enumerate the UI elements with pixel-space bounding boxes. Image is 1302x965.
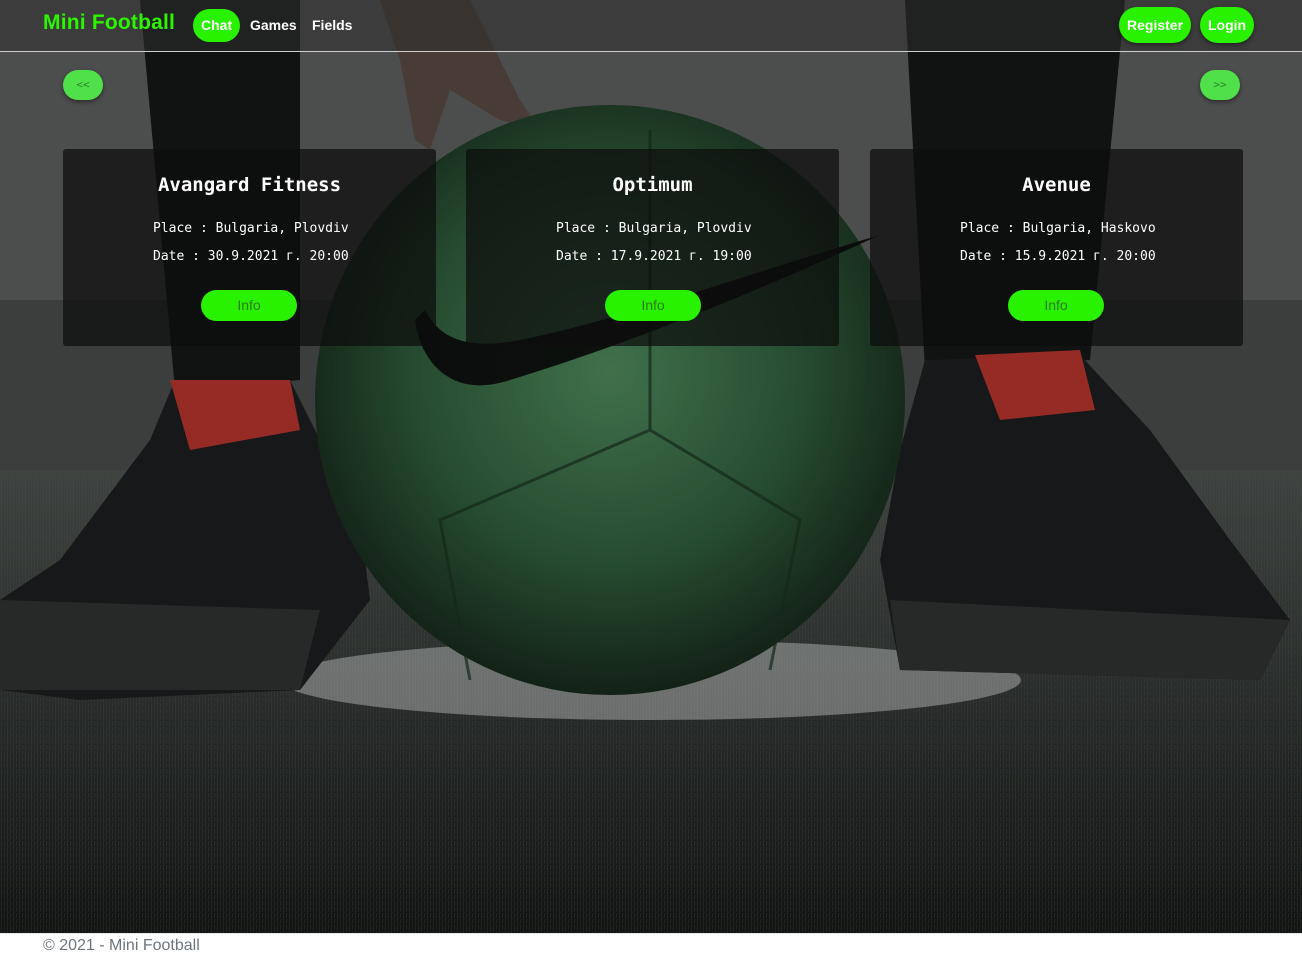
next-page-button[interactable]: >> [1200,70,1240,100]
card-date: Date : 17.9.2021 г. 19:00 [556,249,752,264]
nav-link-fields[interactable]: Fields [304,9,360,42]
nav-link-chat[interactable]: Chat [193,9,241,42]
hero-background [0,0,1302,933]
prev-page-button[interactable]: << [63,70,103,100]
card-title: Avangard Fitness [157,174,342,196]
navbar: Mini Football Chat Games Fields Register… [0,0,1302,52]
field-card: Avenue Place : Bulgaria, Haskovo Date : … [870,149,1243,346]
field-card: Optimum Place : Bulgaria, Plovdiv Date :… [466,149,839,346]
footer: © 2021 - Mini Football [0,933,1302,965]
card-place: Place : Bulgaria, Plovdiv [556,221,752,236]
info-button[interactable]: Info [605,290,701,321]
field-card: Avangard Fitness Place : Bulgaria, Plovd… [63,149,436,346]
login-button[interactable]: Login [1200,7,1255,43]
brand-link[interactable]: Mini Football [43,11,175,35]
card-place: Place : Bulgaria, Plovdiv [153,221,349,236]
card-date: Date : 30.9.2021 г. 20:00 [153,249,349,264]
info-button[interactable]: Info [201,290,297,321]
nav-link-games[interactable]: Games [242,9,305,42]
footer-copyright: © 2021 - Mini Football [43,937,200,954]
football-photo [0,0,1302,933]
card-date: Date : 15.9.2021 г. 20:00 [960,249,1156,264]
card-title: Optimum [612,174,693,196]
card-title: Avenue [1022,174,1091,196]
register-button[interactable]: Register [1119,7,1192,43]
info-button[interactable]: Info [1008,290,1104,321]
card-place: Place : Bulgaria, Haskovo [960,221,1156,236]
